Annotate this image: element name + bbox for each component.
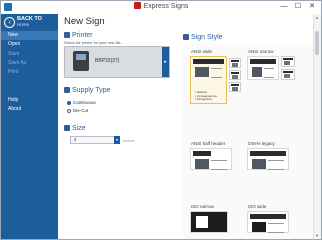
printer-image: [73, 51, 89, 71]
style-card-ansi-half-header[interactable]: [190, 148, 232, 170]
size-unit-label: inches: [123, 138, 135, 143]
supply-type-icon: [64, 87, 70, 93]
radio-selected-icon: [67, 101, 71, 105]
sidebar: ‹ BACK TO Home New Open Save Save As Pri…: [1, 14, 58, 239]
sidebar-item-save[interactable]: Save: [1, 50, 58, 59]
sidebar-item-help[interactable]: Help: [1, 96, 58, 105]
style-variant-thumb[interactable]: [229, 82, 241, 92]
title-bar: Express Signs — ☐ ✕: [1, 1, 321, 15]
size-select[interactable]: 4: [70, 136, 115, 144]
printer-heading: Printer: [72, 32, 93, 39]
window-title: Express Signs: [143, 3, 189, 10]
sidebar-item-open[interactable]: Open: [1, 40, 58, 49]
scroll-up-icon[interactable]: ▲: [314, 15, 320, 20]
pictogram-icon: [252, 159, 266, 169]
iso-symbol-icon: [252, 222, 266, 232]
style-card-osha-legacy[interactable]: [247, 148, 289, 170]
style-card-ansi-narrow[interactable]: [247, 56, 279, 80]
pictogram-icon: [195, 159, 209, 169]
pictogram-icon: [195, 67, 209, 77]
style-variant-thumb[interactable]: [229, 70, 241, 80]
printer-name: BBP33(37): [95, 58, 120, 64]
scroll-thumb[interactable]: [315, 31, 319, 55]
sidebar-item-save-as[interactable]: Save As: [1, 59, 58, 68]
size-dropdown-button[interactable]: ▾: [114, 136, 120, 144]
sign-style-heading: Sign Style: [191, 34, 223, 41]
sign-style-icon: [183, 34, 189, 40]
back-to-home-button[interactable]: ‹ BACK TO Home: [4, 16, 58, 32]
minimize-button[interactable]: —: [277, 2, 291, 12]
printer-icon: [64, 32, 70, 38]
style-label-ansi-wide: ANSI wide: [191, 49, 213, 54]
printer-dropdown-button[interactable]: ▸: [162, 47, 169, 77]
sidebar-item-new[interactable]: New: [1, 31, 58, 40]
iso-symbol-icon: [196, 216, 208, 228]
pictogram-icon: [252, 67, 262, 77]
style-variant-thumb[interactable]: [281, 69, 295, 80]
maximize-button[interactable]: ☐: [291, 2, 305, 12]
style-label-osha-legacy: OSHA legacy: [248, 141, 275, 146]
style-label-iso-wide: ISO wide: [248, 204, 267, 209]
sidebar-item-print[interactable]: Print: [1, 68, 58, 77]
size-heading: Size: [72, 125, 86, 132]
style-card-iso-narrow[interactable]: [190, 211, 228, 233]
style-label-ansi-half-header: ANSI half header: [191, 141, 226, 146]
scroll-down-icon[interactable]: ▼: [314, 233, 320, 238]
style-label-iso-narrow: ISO narrow: [191, 204, 214, 209]
style-card-iso-wide[interactable]: [247, 211, 289, 233]
style-bullet-text: • Hazard • Consequences • Pictograms: [195, 90, 217, 101]
supply-option-continuous[interactable]: Continuous: [67, 100, 96, 105]
style-variant-thumb[interactable]: [229, 58, 241, 68]
radio-unselected-icon: [67, 109, 71, 113]
back-subtitle: Home: [17, 22, 30, 27]
close-button[interactable]: ✕: [305, 2, 319, 12]
main-panel: New Sign Printer Select the printer for …: [58, 14, 315, 239]
back-arrow-icon: ‹: [4, 17, 15, 28]
page-title: New Sign: [64, 16, 105, 27]
supply-type-heading: Supply Type: [72, 87, 111, 94]
supply-option-die-cut[interactable]: Die-Cut: [67, 108, 88, 113]
printer-description: Select the printer for your new file.: [64, 41, 122, 45]
style-label-ansi-narrow: ANSI narrow: [248, 49, 274, 54]
sidebar-item-about[interactable]: About: [1, 105, 58, 114]
style-variant-thumb[interactable]: [281, 56, 295, 67]
sign-style-gallery: ANSI wide • Hazard • Consequences • Pict…: [183, 44, 315, 239]
printer-selector[interactable]: BBP33(37) ▸: [64, 46, 170, 78]
size-icon: [64, 125, 70, 131]
app-window: Express Signs — ☐ ✕ ‹ BACK TO Home New O…: [0, 0, 322, 240]
express-signs-logo-icon: [133, 2, 141, 9]
style-card-ansi-wide[interactable]: • Hazard • Consequences • Pictograms: [190, 56, 227, 104]
vertical-scrollbar[interactable]: ▲ ▼: [313, 14, 321, 239]
